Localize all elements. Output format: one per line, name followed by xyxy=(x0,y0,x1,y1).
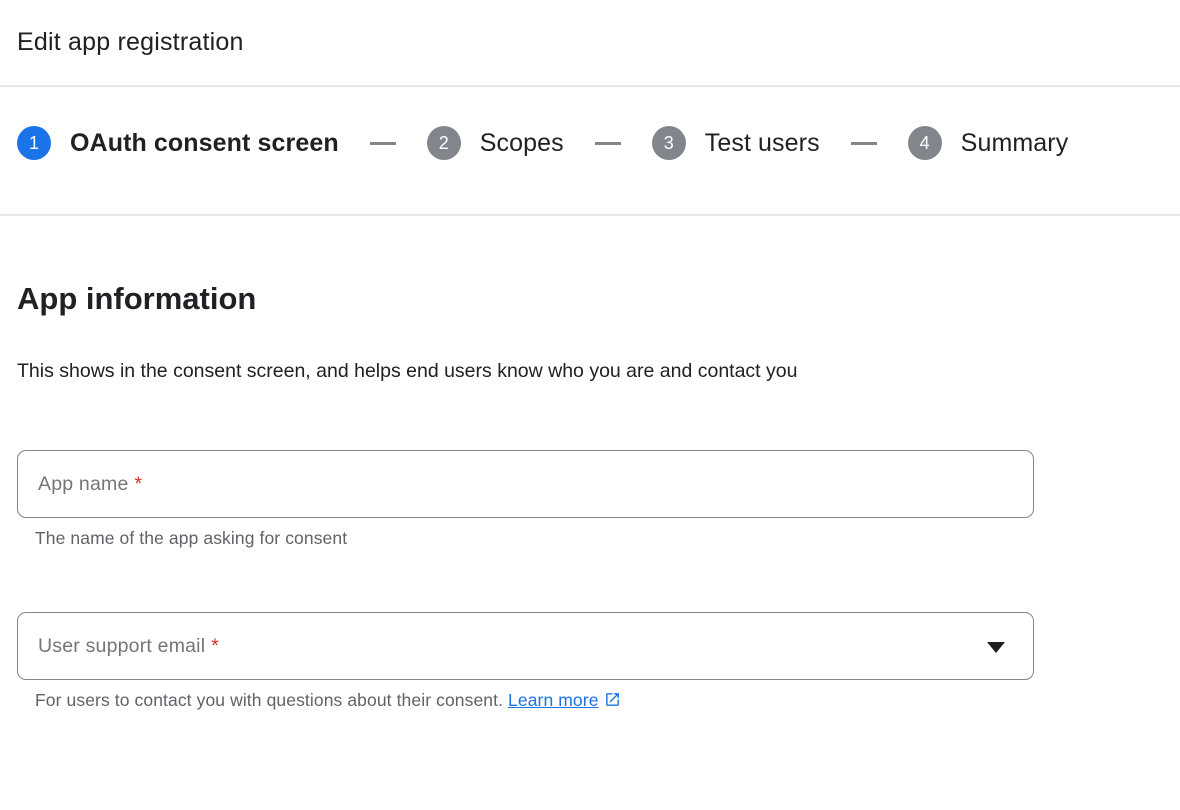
section-description: This shows in the consent screen, and he… xyxy=(17,351,799,391)
app-information-section: App information This shows in the consen… xyxy=(0,280,1180,713)
step-scopes[interactable]: 2 Scopes xyxy=(427,126,564,160)
user-support-email-field-group: User support email * For users to contac… xyxy=(17,612,1163,713)
page-title: Edit app registration xyxy=(17,25,1163,59)
app-name-input[interactable]: App name * xyxy=(17,450,1034,518)
required-asterisk: * xyxy=(135,473,143,496)
helper-text-segment: For users to contact you with questions … xyxy=(35,690,508,710)
user-support-email-select[interactable]: User support email * xyxy=(17,612,1034,680)
user-support-email-helper-text: For users to contact you with questions … xyxy=(35,689,1163,713)
step-summary[interactable]: 4 Summary xyxy=(908,126,1069,160)
step-connector xyxy=(370,142,396,145)
step-1-circle-icon: 1 xyxy=(17,126,51,160)
step-2-label: Scopes xyxy=(480,129,564,158)
step-3-circle-icon: 3 xyxy=(652,126,686,160)
app-name-label: App name xyxy=(38,473,129,496)
step-4-circle-icon: 4 xyxy=(908,126,942,160)
user-support-email-label: User support email xyxy=(38,635,205,658)
step-4-label: Summary xyxy=(961,129,1069,158)
app-name-helper-text: The name of the app asking for consent xyxy=(35,527,1163,549)
section-heading: App information xyxy=(17,280,1163,318)
open-in-new-icon xyxy=(604,691,621,713)
step-1-label: OAuth consent screen xyxy=(70,129,339,158)
step-2-circle-icon: 2 xyxy=(427,126,461,160)
step-3-label: Test users xyxy=(705,129,820,158)
step-connector xyxy=(595,142,621,145)
page-header: Edit app registration xyxy=(0,0,1180,87)
step-connector xyxy=(851,142,877,145)
step-oauth-consent-screen[interactable]: 1 OAuth consent screen xyxy=(17,126,339,160)
step-test-users[interactable]: 3 Test users xyxy=(652,126,820,160)
app-name-field-group: App name * The name of the app asking fo… xyxy=(17,450,1163,549)
learn-more-link[interactable]: Learn more xyxy=(508,690,599,710)
wizard-stepper: 1 OAuth consent screen 2 Scopes 3 Test u… xyxy=(0,87,1180,216)
required-asterisk: * xyxy=(211,635,219,658)
dropdown-arrow-icon xyxy=(987,642,1005,653)
